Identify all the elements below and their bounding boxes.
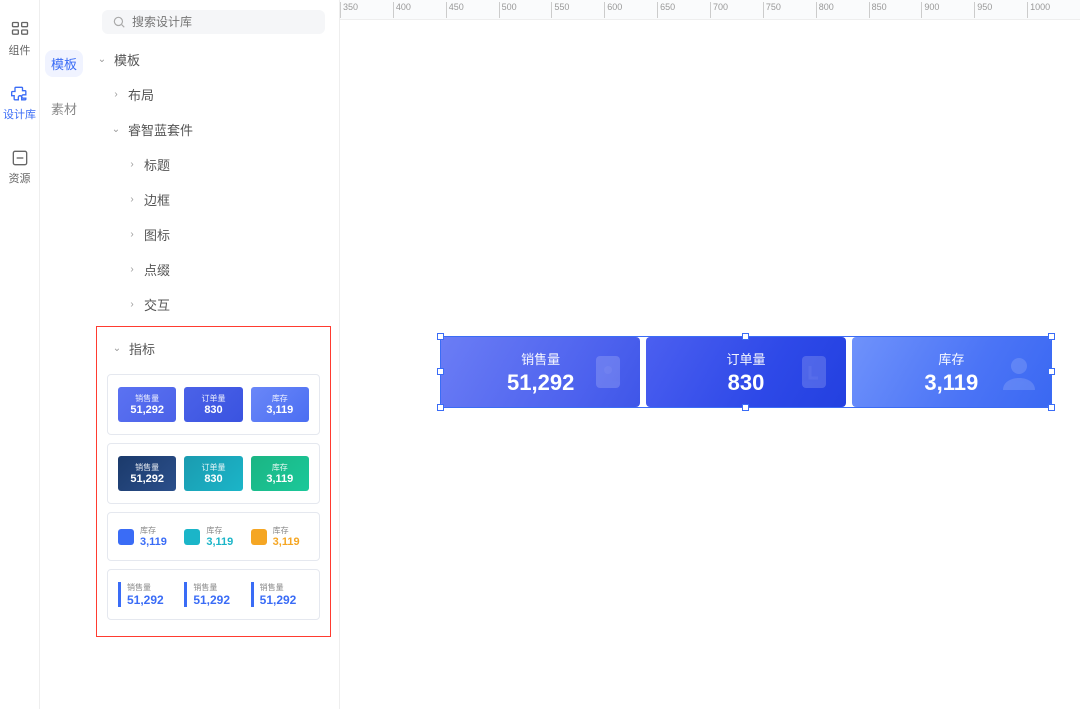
rail-item-resources[interactable]: 资源 xyxy=(9,148,31,186)
tree-kit-interact[interactable]: › 交互 xyxy=(92,287,335,322)
kpi-value: 3,119 xyxy=(924,370,978,396)
resize-handle[interactable] xyxy=(437,333,444,340)
chevron-right-icon: › xyxy=(126,194,138,205)
clipboard-user-icon xyxy=(584,348,632,396)
chevron-down-icon: ⌄ xyxy=(111,343,123,354)
kpi-label: 库存 xyxy=(938,349,964,368)
rail-item-design-lib[interactable]: 设计库 xyxy=(3,84,36,122)
resize-handle[interactable] xyxy=(742,404,749,411)
clipboard-l-icon xyxy=(790,348,838,396)
library-tree: ⌄ 模板 › 布局 ⌄ 睿智蓝套件 › 标题 › 边框 › 图标 xyxy=(88,42,339,709)
selection-box[interactable]: 销售量 51,292 订单量 830 库存 3,119 xyxy=(440,336,1052,408)
search-input[interactable] xyxy=(132,15,315,29)
search-box[interactable] xyxy=(102,10,325,34)
metric-template-3[interactable]: 库存3,119 库存3,119 库存3,119 xyxy=(107,512,320,561)
chevron-down-icon: ⌄ xyxy=(96,54,108,65)
resize-handle[interactable] xyxy=(1048,404,1055,411)
metric-template-4[interactable]: 销售量51,292 销售量51,292 销售量51,292 xyxy=(107,569,320,620)
avatar-icon xyxy=(995,348,1043,396)
tab-templates[interactable]: 模板 xyxy=(45,50,83,77)
resize-handle[interactable] xyxy=(437,368,444,375)
tree-kit-metric[interactable]: ⌄ 指标 xyxy=(97,331,330,366)
tree-kit-title[interactable]: › 标题 xyxy=(92,147,335,182)
tree-kit[interactable]: ⌄ 睿智蓝套件 xyxy=(92,112,335,147)
chevron-right-icon: › xyxy=(126,229,138,240)
kpi-card-sales[interactable]: 销售量 51,292 xyxy=(441,337,640,407)
kpi-row: 销售量 51,292 订单量 830 库存 3,119 xyxy=(441,337,1051,407)
resize-handle[interactable] xyxy=(1048,333,1055,340)
kpi-value: 830 xyxy=(728,370,765,396)
metric-template-2[interactable]: 销售量51,292 订单量830 库存3,119 xyxy=(107,443,320,504)
kpi-value: 51,292 xyxy=(507,370,574,396)
chevron-right-icon: › xyxy=(126,264,138,275)
tree-kit-icon[interactable]: › 图标 xyxy=(92,217,335,252)
ruler-horizontal: 3504004505005506006507007508008509009501… xyxy=(340,0,1080,20)
components-icon xyxy=(10,20,30,40)
library-panel: ⌄ 模板 › 布局 ⌄ 睿智蓝套件 › 标题 › 边框 › 图标 xyxy=(88,0,340,709)
resize-handle[interactable] xyxy=(1048,368,1055,375)
resize-handle[interactable] xyxy=(437,404,444,411)
tree-kit-border[interactable]: › 边框 xyxy=(92,182,335,217)
search-icon xyxy=(112,15,126,29)
chevron-right-icon: › xyxy=(126,299,138,310)
metric-section-highlight: ⌄ 指标 销售量51,292 订单量830 库存3,119 销售量51,292 … xyxy=(96,326,331,637)
chevron-down-icon: ⌄ xyxy=(110,124,122,135)
tree-layout[interactable]: › 布局 xyxy=(92,77,335,112)
left-rail: 组件 设计库 资源 xyxy=(0,0,40,709)
kpi-card-stock[interactable]: 库存 3,119 xyxy=(852,337,1051,407)
kpi-label: 订单量 xyxy=(726,349,765,368)
kpi-label: 销售量 xyxy=(521,349,560,368)
resources-icon xyxy=(10,148,30,168)
tab-materials[interactable]: 素材 xyxy=(45,95,83,122)
chevron-right-icon: › xyxy=(126,159,138,170)
puzzle-icon xyxy=(10,84,30,104)
kpi-card-orders[interactable]: 订单量 830 xyxy=(646,337,845,407)
metric-template-1[interactable]: 销售量51,292 订单量830 库存3,119 xyxy=(107,374,320,435)
tree-root-templates[interactable]: ⌄ 模板 xyxy=(92,42,335,77)
tree-kit-decor[interactable]: › 点缀 xyxy=(92,252,335,287)
resize-handle[interactable] xyxy=(742,333,749,340)
lib-tabs: 模板 素材 xyxy=(40,0,88,709)
canvas[interactable]: 3504004505005506006507007508008509009501… xyxy=(340,0,1080,709)
rail-item-components[interactable]: 组件 xyxy=(9,20,31,58)
chevron-right-icon: › xyxy=(110,89,122,100)
